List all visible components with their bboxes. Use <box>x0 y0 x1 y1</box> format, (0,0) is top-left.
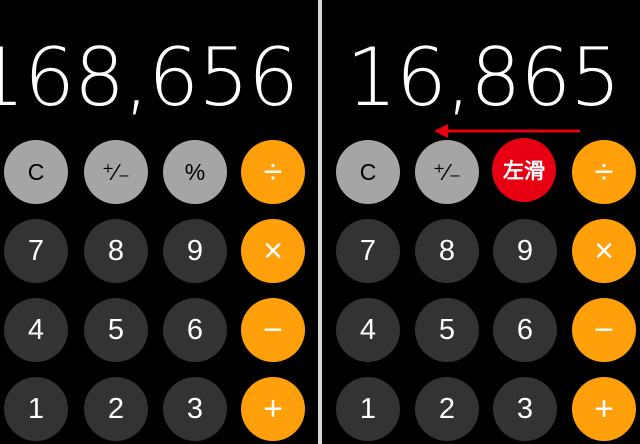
subtract-button[interactable]: − <box>572 298 636 362</box>
digit-4-button[interactable]: 4 <box>4 298 68 362</box>
subtract-button[interactable]: − <box>241 298 305 362</box>
digit-3-button[interactable]: 3 <box>163 377 227 441</box>
result-display: 168,656 <box>0 31 299 124</box>
digit-9-button[interactable]: 9 <box>493 219 557 283</box>
add-button[interactable]: + <box>572 377 636 441</box>
add-button[interactable]: + <box>241 377 305 441</box>
divide-button[interactable]: ÷ <box>241 140 305 204</box>
digit-2-button[interactable]: 2 <box>84 377 148 441</box>
digit-7-button[interactable]: 7 <box>4 219 68 283</box>
calculator-left: 168,656 C ⁺∕₋ % ÷ 7 8 9 × 4 5 6 − 1 2 3 … <box>0 0 318 444</box>
digit-4-button[interactable]: 4 <box>336 298 400 362</box>
digit-9-button[interactable]: 9 <box>163 219 227 283</box>
digit-3-button[interactable]: 3 <box>493 377 557 441</box>
digit-2-button[interactable]: 2 <box>415 377 479 441</box>
digit-6-button[interactable]: 6 <box>163 298 227 362</box>
divide-button[interactable]: ÷ <box>572 140 636 204</box>
swipe-left-arrow-icon <box>434 124 580 138</box>
digit-1-button[interactable]: 1 <box>4 377 68 441</box>
calculator-right: 16,865 C ⁺∕₋ 左滑 ÷ 7 8 9 × 4 5 6 − 1 2 3 … <box>322 0 640 444</box>
digit-6-button[interactable]: 6 <box>493 298 557 362</box>
digit-7-button[interactable]: 7 <box>336 219 400 283</box>
digit-1-button[interactable]: 1 <box>336 377 400 441</box>
result-display[interactable]: 16,865 <box>346 28 621 128</box>
multiply-button[interactable]: × <box>572 219 636 283</box>
clear-button[interactable]: C <box>4 140 68 204</box>
digit-8-button[interactable]: 8 <box>415 219 479 283</box>
percent-button[interactable]: % <box>163 140 227 204</box>
digit-5-button[interactable]: 5 <box>84 298 148 362</box>
swipe-left-badge: 左滑 <box>492 138 556 202</box>
plus-minus-button[interactable]: ⁺∕₋ <box>84 140 148 204</box>
digit-8-button[interactable]: 8 <box>84 219 148 283</box>
plus-minus-button[interactable]: ⁺∕₋ <box>415 140 479 204</box>
clear-button[interactable]: C <box>336 140 400 204</box>
multiply-button[interactable]: × <box>241 219 305 283</box>
digit-5-button[interactable]: 5 <box>415 298 479 362</box>
